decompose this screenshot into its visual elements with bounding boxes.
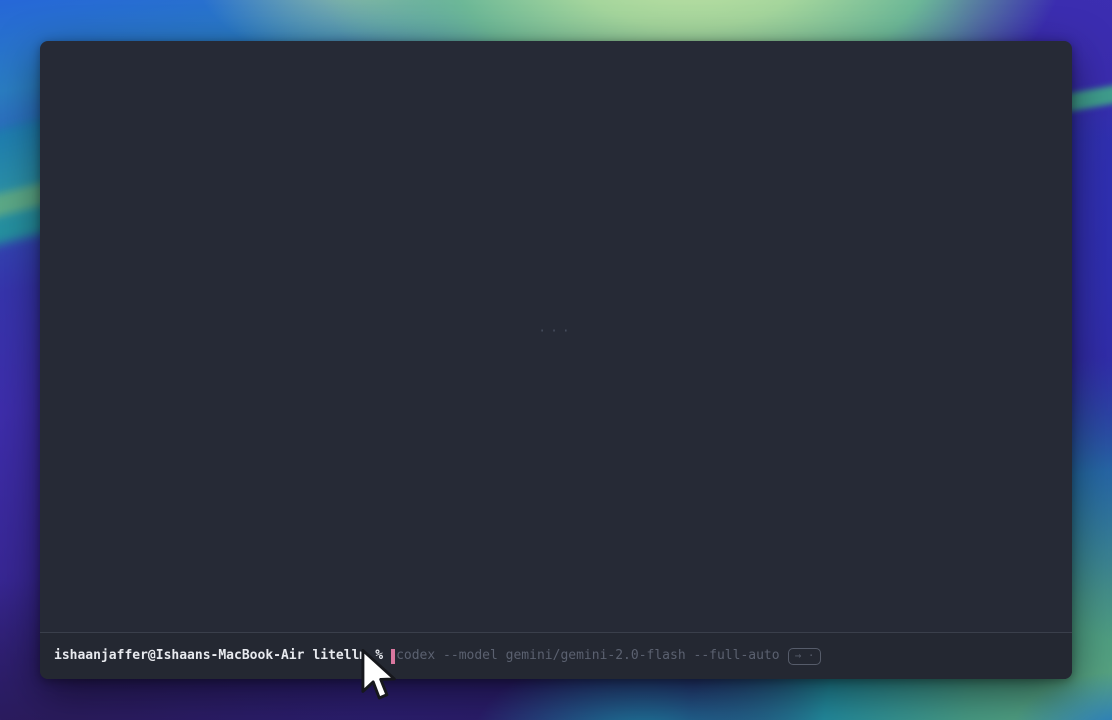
- prompt-directory: litellm: [312, 647, 367, 665]
- terminal-window[interactable]: ··· ishaanjaffer@Ishaans-MacBook-Air lite…: [40, 41, 1072, 679]
- terminal-output-area[interactable]: ···: [40, 41, 1072, 632]
- terminal-prompt-line[interactable]: ishaanjaffer@Ishaans-MacBook-Air litellm%…: [54, 647, 821, 665]
- autosuggestion-command: codex --model gemini/gemini-2.0-flash --…: [396, 647, 780, 665]
- desktop: ··· ishaanjaffer@Ishaans-MacBook-Air lite…: [0, 0, 1112, 720]
- prompt-user-host: ishaanjaffer@Ishaans-MacBook-Air: [54, 647, 304, 665]
- accept-suggestion-hint-badge: → ·: [788, 648, 822, 665]
- loading-ellipsis: ···: [538, 324, 573, 339]
- prompt-symbol: %: [375, 647, 383, 665]
- terminal-prompt-bar[interactable]: ishaanjaffer@Ishaans-MacBook-Air litellm%…: [40, 632, 1072, 679]
- text-cursor: [391, 649, 395, 664]
